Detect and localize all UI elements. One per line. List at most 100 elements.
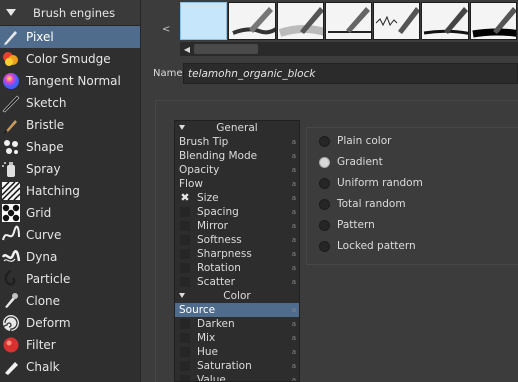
- engine-item-color-smudge[interactable]: Color Smudge: [0, 48, 140, 70]
- source-radio-uniform-random[interactable]: Uniform random: [319, 175, 423, 191]
- radio-dot[interactable]: [319, 135, 330, 147]
- option-darken[interactable]: Darken a: [175, 317, 299, 331]
- brush-engines-header[interactable]: Brush engines: [0, 0, 140, 26]
- lock-icon[interactable]: a: [292, 177, 296, 191]
- option-rotation[interactable]: Rotation a: [175, 261, 299, 275]
- engine-item-tangent-normal[interactable]: Tangent Normal: [0, 70, 140, 92]
- lock-icon[interactable]: a: [292, 149, 296, 163]
- pen-line-thumbnail[interactable]: [324, 2, 373, 40]
- engine-item-clone[interactable]: Clone: [0, 290, 140, 312]
- lock-icon[interactable]: a: [292, 331, 296, 345]
- lock-icon[interactable]: a: [292, 205, 296, 219]
- option-checkbox[interactable]: [180, 235, 190, 245]
- blank-preset-thumbnail[interactable]: [180, 2, 228, 40]
- option-checkbox[interactable]: [180, 319, 190, 329]
- radio-label: Total random: [337, 198, 406, 210]
- engine-item-bristle[interactable]: Bristle: [0, 114, 140, 136]
- option-brush-tip[interactable]: Brush Tip a: [175, 135, 299, 149]
- option-value[interactable]: Value a: [175, 373, 299, 382]
- engine-item-label: Dyna: [26, 250, 58, 264]
- option-opacity[interactable]: Opacity a: [175, 163, 299, 177]
- engine-item-chalk[interactable]: Chalk: [0, 356, 140, 378]
- option-spacing[interactable]: Spacing a: [175, 205, 299, 219]
- option-mirror[interactable]: Mirror a: [175, 219, 299, 233]
- lock-icon[interactable]: a: [292, 261, 296, 275]
- pen-bold-thumbnail[interactable]: [469, 2, 517, 40]
- engine-item-filter[interactable]: Filter: [0, 334, 140, 356]
- option-label: Darken: [197, 318, 235, 330]
- option-softness[interactable]: Softness a: [175, 233, 299, 247]
- checked-x-icon[interactable]: ✖: [180, 192, 190, 203]
- collapse-triangle-icon[interactable]: [6, 9, 16, 16]
- radio-dot[interactable]: [319, 219, 330, 231]
- source-radio-pattern[interactable]: Pattern: [319, 217, 375, 233]
- lock-icon[interactable]: a: [292, 191, 296, 205]
- preset-name-field[interactable]: [183, 63, 518, 84]
- pen-stroke-thumbnail[interactable]: [228, 2, 276, 40]
- option-checkbox[interactable]: [180, 347, 190, 357]
- source-radio-gradient[interactable]: Gradient: [319, 154, 383, 170]
- scrollbar-left-arrow-icon[interactable]: ◀: [180, 42, 194, 56]
- option-checkbox[interactable]: [180, 207, 190, 217]
- engine-item-particle[interactable]: Particle: [0, 268, 140, 290]
- lock-icon[interactable]: a: [292, 247, 296, 261]
- option-label: Softness: [197, 234, 242, 246]
- option-checkbox[interactable]: [180, 249, 190, 259]
- engine-item-grid[interactable]: Grid: [0, 202, 140, 224]
- preset-scroll-left-button[interactable]: <: [162, 24, 170, 35]
- source-radio-locked-pattern[interactable]: Locked pattern: [319, 238, 416, 254]
- option-checkbox[interactable]: [180, 263, 190, 273]
- brush-engine-list: Pixel Color Smudge Tangent Normal Sketch Bri…: [0, 26, 140, 378]
- pen-ink-thumbnail[interactable]: [421, 2, 469, 40]
- option-label: Source: [179, 304, 216, 316]
- option-general[interactable]: General: [175, 121, 299, 135]
- option-mix[interactable]: Mix a: [175, 331, 299, 345]
- lock-icon[interactable]: a: [292, 275, 296, 289]
- lock-icon[interactable]: a: [292, 219, 296, 233]
- engine-item-pixel[interactable]: Pixel: [0, 26, 140, 48]
- option-scatter[interactable]: Scatter a: [175, 275, 299, 289]
- option-label: Value: [197, 374, 226, 382]
- engine-item-curve[interactable]: Curve: [0, 224, 140, 246]
- option-flow[interactable]: Flow a: [175, 177, 299, 191]
- engine-item-deform[interactable]: Deform: [0, 312, 140, 334]
- option-checkbox[interactable]: [180, 361, 190, 371]
- radio-dot[interactable]: [319, 198, 330, 210]
- engine-item-dyna[interactable]: Dyna: [0, 246, 140, 268]
- lock-icon[interactable]: a: [292, 317, 296, 331]
- option-checkbox[interactable]: [180, 221, 190, 231]
- pen-wash-thumbnail[interactable]: [276, 2, 324, 40]
- expand-triangle-icon[interactable]: [179, 293, 185, 298]
- option-size[interactable]: ✖ Size a: [175, 191, 299, 205]
- option-blending-mode[interactable]: Blending Mode a: [175, 149, 299, 163]
- option-color[interactable]: Color: [175, 289, 299, 303]
- engine-item-sketch[interactable]: Sketch: [0, 92, 140, 114]
- radio-dot[interactable]: [319, 240, 330, 252]
- option-saturation[interactable]: Saturation a: [175, 359, 299, 373]
- option-sharpness[interactable]: Sharpness a: [175, 247, 299, 261]
- lock-icon[interactable]: a: [292, 233, 296, 247]
- option-source[interactable]: Source a: [175, 303, 299, 317]
- engine-item-spray[interactable]: Spray: [0, 158, 140, 180]
- source-radio-plain-color[interactable]: Plain color: [319, 133, 391, 149]
- source-radio-total-random[interactable]: Total random: [319, 196, 406, 212]
- pen-scribble-thumbnail[interactable]: [373, 2, 421, 40]
- scrollbar-thumb[interactable]: [194, 44, 258, 54]
- option-hue[interactable]: Hue a: [175, 345, 299, 359]
- lock-icon[interactable]: a: [292, 373, 296, 381]
- lock-icon[interactable]: a: [292, 345, 296, 359]
- radio-dot[interactable]: [319, 177, 330, 189]
- engine-item-label: Particle: [26, 272, 71, 286]
- engine-item-hatching[interactable]: Hatching: [0, 180, 140, 202]
- preset-scrollbar[interactable]: ◀: [180, 42, 518, 56]
- engine-item-shape[interactable]: Shape: [0, 136, 140, 158]
- expand-triangle-icon[interactable]: [179, 125, 185, 130]
- option-checkbox[interactable]: [180, 277, 190, 287]
- lock-icon[interactable]: a: [292, 163, 296, 177]
- lock-icon[interactable]: a: [292, 135, 296, 149]
- lock-icon[interactable]: a: [292, 303, 296, 317]
- radio-dot[interactable]: [319, 156, 330, 168]
- lock-icon[interactable]: a: [292, 359, 296, 373]
- option-checkbox[interactable]: [180, 375, 190, 381]
- option-checkbox[interactable]: [180, 333, 190, 343]
